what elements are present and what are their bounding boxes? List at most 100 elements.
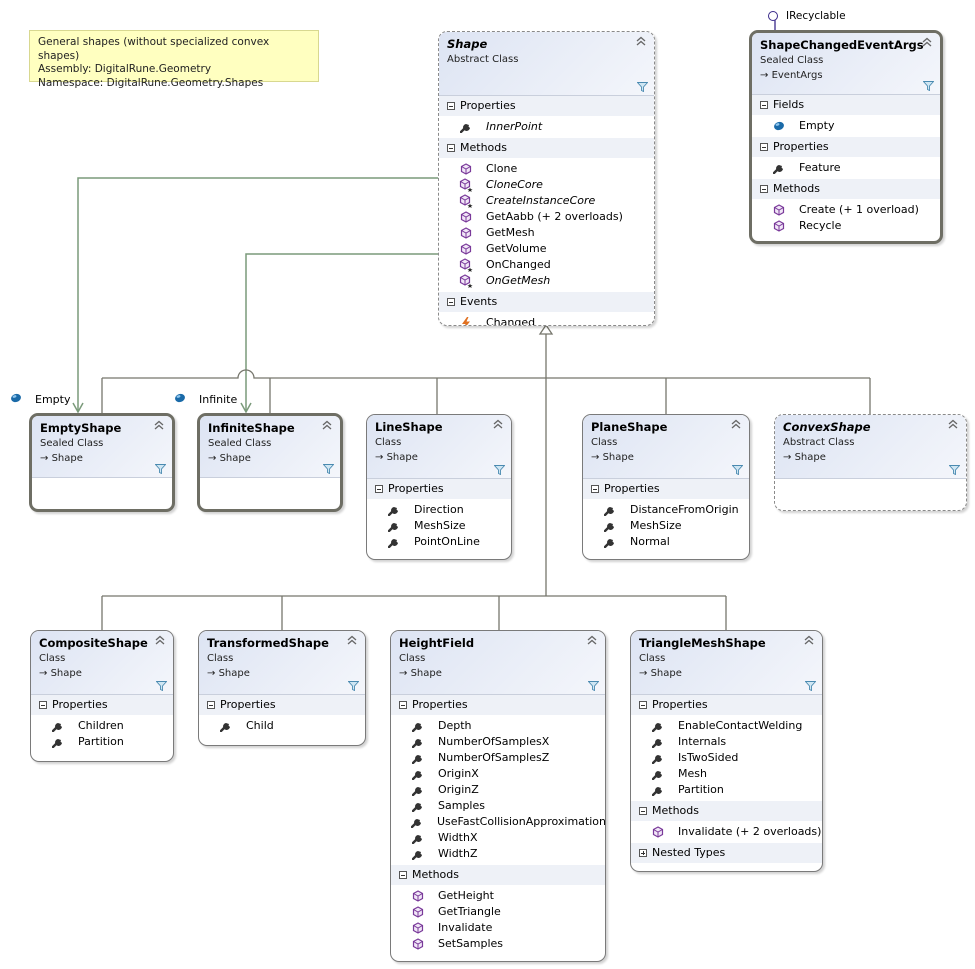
member-item[interactable]: Partition [631, 782, 822, 798]
class-planeshape[interactable]: PlaneShape Class → Shape Properties Distance… [582, 414, 750, 560]
collapse-icon[interactable] [399, 701, 407, 709]
compartment-header-properties[interactable]: Properties [31, 695, 173, 715]
member-item[interactable]: Invalidate (+ 2 overloads) [631, 824, 822, 840]
member-item[interactable]: PointOnLine [367, 534, 511, 550]
member-item[interactable]: Samples [391, 798, 605, 814]
filter-icon[interactable] [493, 465, 506, 476]
member-item[interactable]: Partition [31, 734, 173, 750]
collapse-chevron-icon[interactable] [922, 37, 932, 50]
collapse-chevron-icon[interactable] [804, 635, 814, 648]
compartment-header-properties[interactable]: Properties [752, 137, 940, 157]
association-label-empty[interactable]: Empty [10, 393, 70, 406]
compartment-header-methods[interactable]: Methods [631, 801, 822, 821]
compartment-header-properties[interactable]: Properties [631, 695, 822, 715]
member-item[interactable]: NumberOfSamplesX [391, 734, 605, 750]
member-item[interactable]: Child [199, 718, 365, 734]
member-item[interactable]: IsTwoSided [631, 750, 822, 766]
diagram-comment-note[interactable]: General shapes (without specialized conv… [29, 30, 319, 89]
member-item[interactable]: GetMesh [439, 225, 654, 241]
class-transformedshape[interactable]: TransformedShape Class → Shape Properties Ch… [198, 630, 366, 746]
member-item[interactable]: GetTriangle [391, 904, 605, 920]
member-item[interactable]: GetHeight [391, 888, 605, 904]
collapse-icon[interactable] [207, 701, 215, 709]
expand-icon[interactable] [639, 849, 647, 857]
class-trianglemeshshape[interactable]: TriangleMeshShape Class → Shape Properties E… [630, 630, 823, 872]
member-item[interactable]: Depth [391, 718, 605, 734]
class-header[interactable]: EmptyShape Sealed Class → Shape [32, 416, 172, 478]
member-item[interactable]: UseFastCollisionApproximation [391, 814, 605, 830]
collapse-icon[interactable] [399, 871, 407, 879]
collapse-icon[interactable] [39, 701, 47, 709]
member-item[interactable]: OriginZ [391, 782, 605, 798]
class-lineshape[interactable]: LineShape Class → Shape Properties Direction… [366, 414, 512, 560]
member-item[interactable]: InnerPoint [439, 119, 654, 135]
collapse-chevron-icon[interactable] [731, 419, 741, 432]
compartment-header-properties[interactable]: Properties [367, 479, 511, 499]
filter-icon[interactable] [587, 681, 600, 692]
member-item[interactable]: Changed [439, 315, 654, 325]
collapse-icon[interactable] [447, 144, 455, 152]
compartment-header-properties[interactable]: Properties [583, 479, 749, 499]
class-header[interactable]: TriangleMeshShape Class → Shape [631, 631, 822, 695]
collapse-chevron-icon[interactable] [322, 420, 332, 433]
collapse-chevron-icon[interactable] [948, 419, 958, 432]
collapse-icon[interactable] [591, 485, 599, 493]
compartment-header-methods[interactable]: Methods [752, 179, 940, 199]
member-item[interactable]: WidthX [391, 830, 605, 846]
compartment-header-nested-types[interactable]: Nested Types [631, 843, 822, 863]
class-convexshape[interactable]: ConvexShape Abstract Class → Shape [774, 414, 967, 511]
filter-icon[interactable] [731, 465, 744, 476]
member-item[interactable]: OnGetMesh [439, 273, 654, 289]
collapse-chevron-icon[interactable] [493, 419, 503, 432]
collapse-icon[interactable] [760, 143, 768, 151]
class-header[interactable]: HeightField Class → Shape [391, 631, 605, 695]
class-header[interactable]: CompositeShape Class → Shape [31, 631, 173, 695]
member-item[interactable]: Direction [367, 502, 511, 518]
class-header[interactable]: ShapeChangedEventArgs Sealed Class → Event… [752, 33, 940, 95]
class-infiniteshape[interactable]: InfiniteShape Sealed Class → Shape [197, 413, 343, 512]
collapse-icon[interactable] [760, 185, 768, 193]
filter-icon[interactable] [948, 465, 961, 476]
compartment-header-methods[interactable]: Methods [391, 865, 605, 885]
filter-icon[interactable] [322, 464, 335, 475]
member-item[interactable]: Normal [583, 534, 749, 550]
collapse-chevron-icon[interactable] [347, 635, 357, 648]
member-item[interactable]: Empty [752, 118, 940, 134]
member-item[interactable]: Recycle [752, 218, 940, 234]
member-item[interactable]: OriginX [391, 766, 605, 782]
class-header[interactable]: ConvexShape Abstract Class → Shape [775, 415, 966, 479]
filter-icon[interactable] [155, 681, 168, 692]
member-item[interactable]: DistanceFromOrigin [583, 502, 749, 518]
class-header[interactable]: PlaneShape Class → Shape [583, 415, 749, 479]
member-item[interactable]: EnableContactWelding [631, 718, 822, 734]
member-item[interactable]: Create (+ 1 overload) [752, 202, 940, 218]
filter-icon[interactable] [922, 81, 935, 92]
compartment-header-fields[interactable]: Fields [752, 95, 940, 115]
member-item[interactable]: SetSamples [391, 936, 605, 952]
compartment-header-methods[interactable]: Methods [439, 138, 654, 158]
filter-icon[interactable] [347, 681, 360, 692]
association-label-infinite[interactable]: Infinite [174, 393, 237, 406]
compartment-header-properties[interactable]: Properties [439, 96, 654, 116]
class-header[interactable]: LineShape Class → Shape [367, 415, 511, 479]
collapse-icon[interactable] [375, 485, 383, 493]
collapse-icon[interactable] [760, 101, 768, 109]
member-item[interactable]: Feature [752, 160, 940, 176]
member-item[interactable]: GetVolume [439, 241, 654, 257]
member-item[interactable]: CreateInstanceCore [439, 193, 654, 209]
member-item[interactable]: Invalidate [391, 920, 605, 936]
collapse-icon[interactable] [447, 102, 455, 110]
class-header[interactable]: Shape Abstract Class [439, 32, 654, 96]
member-item[interactable]: Mesh [631, 766, 822, 782]
class-header[interactable]: TransformedShape Class → Shape [199, 631, 365, 695]
compartment-header-properties[interactable]: Properties [199, 695, 365, 715]
interface-lollipop-irecyclable[interactable]: IRecyclable [768, 10, 846, 22]
collapse-chevron-icon[interactable] [155, 635, 165, 648]
member-item[interactable]: MeshSize [367, 518, 511, 534]
member-item[interactable]: Children [31, 718, 173, 734]
member-item[interactable]: Clone [439, 161, 654, 177]
member-item[interactable]: WidthZ [391, 846, 605, 862]
filter-icon[interactable] [636, 82, 649, 93]
class-shapechangedeventargs[interactable]: ShapeChangedEventArgs Sealed Class → Event… [749, 30, 943, 244]
collapse-chevron-icon[interactable] [587, 635, 597, 648]
